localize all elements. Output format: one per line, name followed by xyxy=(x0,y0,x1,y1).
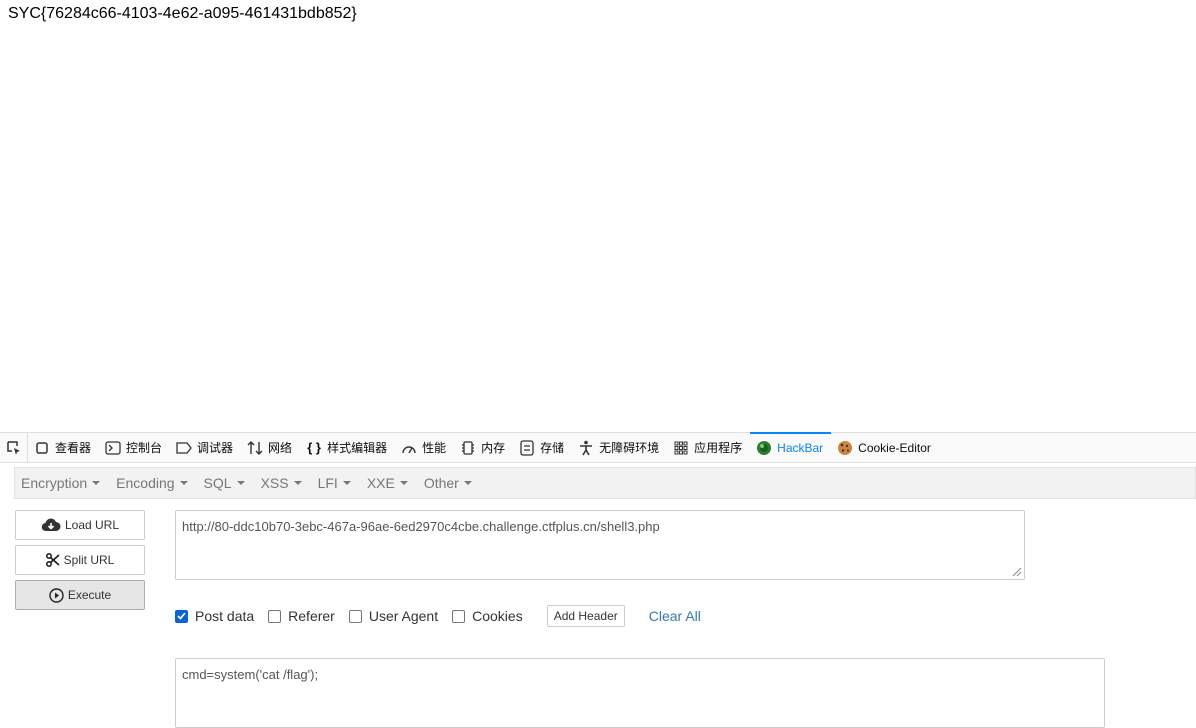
caret-down-icon xyxy=(92,481,101,485)
post-data-checkbox[interactable]: Post data xyxy=(175,608,254,624)
menu-lfi[interactable]: LFI xyxy=(312,475,361,491)
url-value: http://80-ddc10b70-3ebc-467a-96ae-6ed297… xyxy=(182,519,660,534)
post-data-value: cmd=system('cat /flag'); xyxy=(182,667,319,682)
tab-label: 性能 xyxy=(422,441,447,455)
tab-label: 应用程序 xyxy=(694,441,743,455)
menu-xss[interactable]: XSS xyxy=(255,475,312,491)
resize-grip-icon[interactable] xyxy=(1010,565,1022,577)
tab-performance[interactable]: 性能 xyxy=(395,433,454,462)
caret-down-icon xyxy=(399,481,408,485)
tab-label: 内存 xyxy=(481,441,506,455)
page-output-text: SYC{76284c66-4103-4e62-a095-461431bdb852… xyxy=(8,5,357,22)
tab-console[interactable]: 控制台 xyxy=(99,433,170,462)
menu-encryption[interactable]: Encryption xyxy=(15,475,110,491)
tab-label: 无障碍环境 xyxy=(599,441,660,455)
menu-label: Other xyxy=(423,475,459,491)
tab-hackbar[interactable]: HackBar xyxy=(750,432,832,462)
button-label: Load URL xyxy=(64,518,120,532)
cookies-checkbox[interactable]: Cookies xyxy=(452,608,523,624)
caret-down-icon xyxy=(179,481,188,485)
menu-label: XXE xyxy=(366,475,395,491)
caret-down-icon xyxy=(293,481,302,485)
tab-storage[interactable]: 存储 xyxy=(513,433,572,462)
debugger-icon xyxy=(176,440,192,456)
console-icon xyxy=(105,440,121,456)
caret-down-icon xyxy=(463,481,472,485)
button-label: Split URL xyxy=(63,553,115,567)
option-label: Post data xyxy=(195,608,255,624)
tab-label: 调试器 xyxy=(197,441,234,455)
tab-label: 存储 xyxy=(540,441,565,455)
tab-application[interactable]: 应用程序 xyxy=(667,433,750,462)
clear-all-link[interactable]: Clear All xyxy=(649,608,701,624)
tab-style-editor[interactable]: { } 样式编辑器 xyxy=(300,433,395,462)
load-url-button[interactable]: Load URL xyxy=(15,510,145,540)
user-agent-checkbox[interactable]: User Agent xyxy=(348,608,439,624)
execute-button[interactable]: Execute xyxy=(15,580,145,610)
devtools-tabbar: 查看器 控制台 调试器 网络 { } 样式编辑器 性能 内存 存储 无障碍环境 … xyxy=(0,432,1196,463)
tab-debugger[interactable]: 调试器 xyxy=(170,433,241,462)
option-label: Referer xyxy=(288,608,335,624)
add-header-button[interactable]: Add Header xyxy=(546,605,625,627)
play-circle-icon xyxy=(49,587,64,603)
element-picker-button[interactable] xyxy=(0,433,28,462)
element-picker-icon xyxy=(6,440,20,455)
cloud-download-icon xyxy=(41,518,61,532)
hackbar-menu: Encryption Encoding SQL XSS LFI XXE Othe… xyxy=(14,467,1196,499)
button-label: Execute xyxy=(67,588,112,602)
menu-label: Encoding xyxy=(116,475,175,491)
style-editor-icon: { } xyxy=(307,440,321,455)
tab-label: 查看器 xyxy=(55,441,92,455)
split-url-button[interactable]: Split URL xyxy=(15,545,145,575)
tab-label: 控制台 xyxy=(126,441,163,455)
option-label: Cookies xyxy=(472,608,523,624)
caret-down-icon xyxy=(342,481,351,485)
performance-icon xyxy=(401,440,417,456)
caret-down-icon xyxy=(236,481,245,485)
checkbox-checked-icon xyxy=(175,609,188,623)
network-icon xyxy=(247,440,263,456)
checkbox-icon xyxy=(452,609,466,623)
post-data-textarea[interactable]: cmd=system('cat /flag'); xyxy=(175,658,1105,728)
menu-label: XSS xyxy=(260,475,289,491)
accessibility-icon xyxy=(578,440,594,456)
menu-label: SQL xyxy=(203,475,232,491)
tab-memory[interactable]: 内存 xyxy=(454,433,513,462)
tab-network[interactable]: 网络 xyxy=(241,433,300,462)
inspector-icon xyxy=(34,440,50,456)
tab-label: 网络 xyxy=(268,441,293,455)
tab-inspector[interactable]: 查看器 xyxy=(28,433,99,462)
application-icon xyxy=(673,440,689,456)
url-textarea[interactable]: http://80-ddc10b70-3ebc-467a-96ae-6ed297… xyxy=(175,510,1025,580)
menu-label: Encryption xyxy=(21,475,88,491)
memory-icon xyxy=(460,440,476,456)
option-label: User Agent xyxy=(368,608,439,624)
tab-label: 样式编辑器 xyxy=(327,441,388,455)
storage-icon xyxy=(519,439,535,456)
checkbox-icon xyxy=(348,609,362,623)
menu-other[interactable]: Other xyxy=(418,475,482,491)
hackbar-icon xyxy=(756,440,772,456)
tab-cookie-editor[interactable]: Cookie-Editor xyxy=(831,433,939,462)
menu-label: LFI xyxy=(317,475,338,491)
scissors-icon xyxy=(45,553,60,567)
cookie-icon xyxy=(837,440,853,456)
options-row: Post data Referer User Agent Cookies Add… xyxy=(175,604,701,628)
tab-label: HackBar xyxy=(777,440,824,455)
menu-sql[interactable]: SQL xyxy=(198,475,255,491)
menu-encoding[interactable]: Encoding xyxy=(110,475,197,491)
menu-xxe[interactable]: XXE xyxy=(361,475,418,491)
tab-accessibility[interactable]: 无障碍环境 xyxy=(572,433,667,462)
referer-checkbox[interactable]: Referer xyxy=(268,608,335,624)
checkbox-icon xyxy=(268,609,282,623)
devtools-panel: 查看器 控制台 调试器 网络 { } 样式编辑器 性能 内存 存储 无障碍环境 … xyxy=(0,432,1196,728)
tab-label: Cookie-Editor xyxy=(858,440,931,455)
